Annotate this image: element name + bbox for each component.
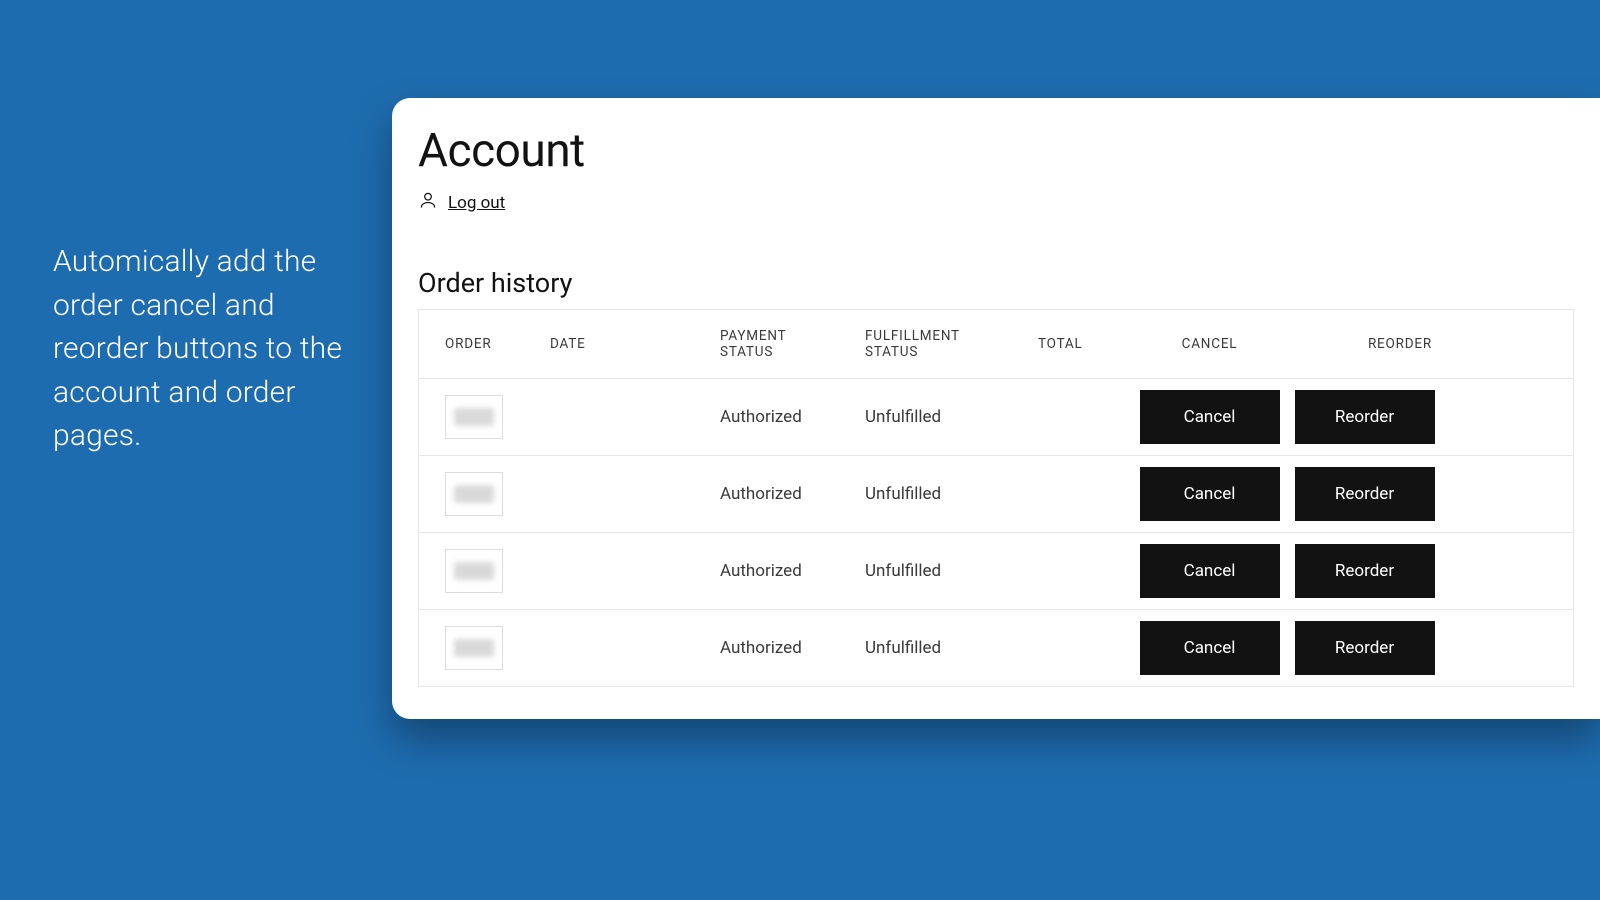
cell-payment-status: Authorized (694, 407, 839, 427)
col-order: ORDER (419, 336, 524, 352)
reorder-button[interactable]: Reorder (1295, 621, 1435, 675)
col-payment-status: PAYMENT STATUS (694, 328, 839, 360)
order-link[interactable] (445, 472, 503, 516)
logout-link[interactable]: Log out (418, 190, 505, 215)
cell-order (419, 472, 524, 516)
table-row: Authorized Unfulfilled Cancel Reorder (419, 610, 1573, 687)
col-total: TOTAL (1012, 336, 1132, 352)
cell-fulfillment-status: Unfulfilled (839, 638, 1012, 658)
cell-cancel: Cancel (1132, 544, 1287, 598)
col-reorder: REORDER (1287, 336, 1442, 352)
table-header-row: ORDER DATE PAYMENT STATUS FULFILLMENT ST… (419, 310, 1573, 379)
cell-order (419, 395, 524, 439)
user-icon (418, 190, 438, 215)
cell-reorder: Reorder (1287, 544, 1442, 598)
reorder-button[interactable]: Reorder (1295, 544, 1435, 598)
cell-payment-status: Authorized (694, 561, 839, 581)
table-row: Authorized Unfulfilled Cancel Reorder (419, 456, 1573, 533)
table-row: Authorized Unfulfilled Cancel Reorder (419, 379, 1573, 456)
cell-reorder: Reorder (1287, 621, 1442, 675)
col-date: DATE (524, 336, 694, 352)
redacted-text (454, 639, 494, 657)
reorder-button[interactable]: Reorder (1295, 390, 1435, 444)
redacted-text (454, 408, 494, 426)
cancel-button[interactable]: Cancel (1140, 621, 1280, 675)
cell-reorder: Reorder (1287, 467, 1442, 521)
cell-reorder: Reorder (1287, 390, 1442, 444)
reorder-button[interactable]: Reorder (1295, 467, 1435, 521)
marketing-caption: Automically add the order cancel and reo… (53, 240, 373, 458)
col-cancel: CANCEL (1132, 336, 1287, 352)
col-fulfillment-status: FULFILLMENT STATUS (839, 328, 1012, 360)
cancel-button[interactable]: Cancel (1140, 467, 1280, 521)
order-link[interactable] (445, 626, 503, 670)
cell-cancel: Cancel (1132, 621, 1287, 675)
redacted-text (454, 562, 494, 580)
order-history-table: ORDER DATE PAYMENT STATUS FULFILLMENT ST… (418, 309, 1574, 687)
cancel-button[interactable]: Cancel (1140, 390, 1280, 444)
cell-payment-status: Authorized (694, 484, 839, 504)
redacted-text (454, 485, 494, 503)
cell-order (419, 549, 524, 593)
cell-cancel: Cancel (1132, 467, 1287, 521)
page-title: Account (418, 124, 1574, 178)
cell-payment-status: Authorized (694, 638, 839, 658)
cell-cancel: Cancel (1132, 390, 1287, 444)
table-row: Authorized Unfulfilled Cancel Reorder (419, 533, 1573, 610)
logout-label: Log out (448, 193, 505, 213)
cell-fulfillment-status: Unfulfilled (839, 407, 1012, 427)
cell-fulfillment-status: Unfulfilled (839, 561, 1012, 581)
cell-fulfillment-status: Unfulfilled (839, 484, 1012, 504)
cancel-button[interactable]: Cancel (1140, 544, 1280, 598)
account-card: Account Log out Order history ORDER DATE… (392, 98, 1600, 719)
cell-order (419, 626, 524, 670)
order-history-title: Order history (418, 267, 1574, 299)
order-link[interactable] (445, 549, 503, 593)
order-link[interactable] (445, 395, 503, 439)
